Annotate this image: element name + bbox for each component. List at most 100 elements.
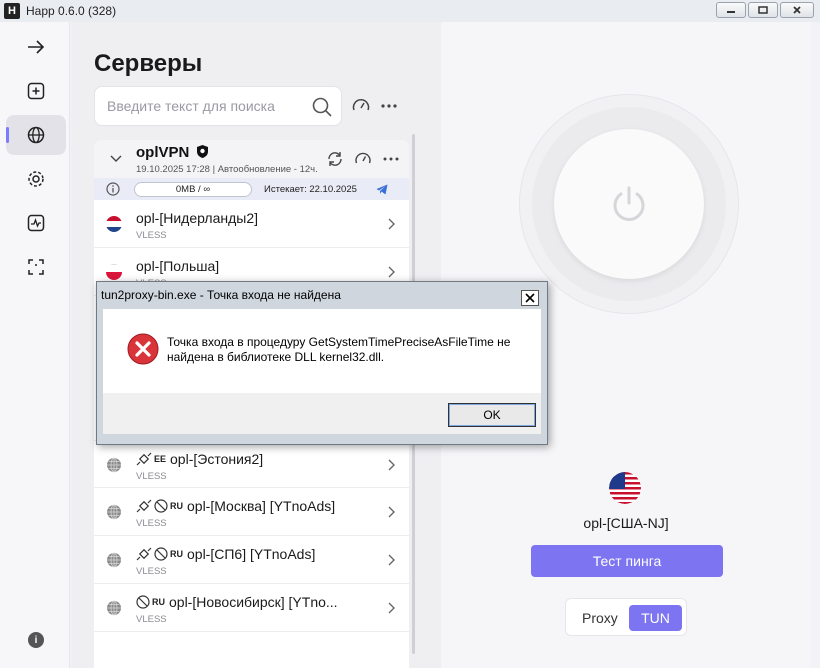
server-protocol: VLESS <box>136 566 167 577</box>
shield-icon <box>196 145 208 158</box>
page-title: Серверы <box>94 50 203 77</box>
close-icon <box>793 6 801 14</box>
server-name: RU opl-[Москва] [YTnoAds] <box>136 498 335 514</box>
globe-icon <box>107 552 121 568</box>
sidebar-item-servers[interactable] <box>6 115 66 155</box>
info-icon[interactable]: i <box>28 632 44 648</box>
globe-icon <box>27 126 45 144</box>
country-code: RU <box>170 501 183 511</box>
dialog-body: Точка входа в процедуру GetSystemTimePre… <box>103 309 541 393</box>
subscription-name-text: oplVPN <box>136 144 190 161</box>
dialog-close-button[interactable] <box>521 290 539 306</box>
window-controls <box>716 2 814 18</box>
server-name-text: opl-[СП6] [YTnoAds] <box>187 546 316 562</box>
chevron-down-icon[interactable] <box>110 153 122 163</box>
search-box <box>94 86 342 126</box>
sidebar: i <box>0 22 70 668</box>
country-code: EE <box>154 454 167 464</box>
speedometer-icon[interactable] <box>351 96 371 116</box>
satellite-icon <box>136 452 152 466</box>
mode-tun-option[interactable]: TUN <box>629 605 682 631</box>
power-icon <box>613 186 645 221</box>
scan-bracket-icon <box>28 259 44 275</box>
poland-flag-icon <box>106 264 122 280</box>
server-row[interactable]: RU opl-[Новосибирск] [YTno... VLESS <box>94 584 409 632</box>
server-protocol: VLESS <box>136 230 167 241</box>
chevron-right-icon[interactable] <box>387 554 395 566</box>
plus-square-icon <box>27 82 45 100</box>
subscription-info-bar: 0MB / ∞ Истекает: 22.10.2025 <box>94 178 409 200</box>
activity-chart-icon <box>27 214 45 232</box>
ok-button[interactable]: OK <box>448 403 536 427</box>
power-ring <box>519 94 739 314</box>
globe-icon <box>107 600 121 616</box>
window-titlebar: H Happ 0.6.0 (328) <box>0 0 820 22</box>
window-title: Happ 0.6.0 (328) <box>26 4 117 18</box>
sidebar-item-stats[interactable] <box>6 203 66 243</box>
server-name-text: opl-[Новосибирск] [YTno... <box>169 594 338 610</box>
no-ads-icon <box>154 499 168 513</box>
more-menu-icon[interactable] <box>379 96 399 116</box>
chevron-right-icon[interactable] <box>387 459 395 471</box>
sidebar-item-connect[interactable] <box>6 27 66 67</box>
country-code: RU <box>170 549 183 559</box>
speedometer-icon[interactable] <box>354 150 372 168</box>
close-icon <box>525 293 535 303</box>
no-ads-icon <box>154 547 168 561</box>
server-row[interactable]: opl-[Нидерланды2] VLESS <box>94 200 409 248</box>
globe-icon <box>107 457 121 473</box>
sidebar-item-settings[interactable] <box>6 159 66 199</box>
server-row[interactable]: RU opl-[Москва] [YTnoAds] VLESS <box>94 488 409 536</box>
power-ring-inner <box>532 107 726 301</box>
mode-toggle: Proxy TUN <box>565 598 687 636</box>
error-icon <box>127 333 159 365</box>
telegram-icon[interactable] <box>376 184 388 195</box>
country-code: RU <box>152 597 165 607</box>
traffic-usage: 0MB / ∞ <box>134 182 252 197</box>
chevron-right-icon[interactable] <box>387 266 395 278</box>
chevron-right-icon[interactable] <box>387 218 395 230</box>
close-window-button[interactable] <box>780 2 814 18</box>
server-protocol: VLESS <box>136 471 167 482</box>
server-protocol: VLESS <box>136 614 167 625</box>
error-dialog: tun2proxy-bin.exe - Точка входа не найде… <box>96 281 548 445</box>
server-row[interactable]: EE opl-[Эстония2] VLESS <box>94 440 409 488</box>
minimize-button[interactable] <box>716 2 746 18</box>
power-button[interactable] <box>554 129 704 279</box>
satellite-icon <box>136 547 152 561</box>
server-name: opl-[Нидерланды2] <box>136 210 259 226</box>
globe-icon <box>107 504 121 520</box>
minimize-icon <box>727 11 735 13</box>
maximize-button[interactable] <box>748 2 778 18</box>
chevron-right-icon[interactable] <box>387 506 395 518</box>
chevron-right-icon[interactable] <box>387 602 395 614</box>
more-menu-icon[interactable] <box>382 150 400 168</box>
search-input[interactable] <box>107 98 307 114</box>
maximize-icon <box>758 6 768 14</box>
refresh-icon[interactable] <box>326 150 344 168</box>
usa-flag-icon <box>609 472 641 504</box>
satellite-icon <box>136 499 152 513</box>
current-server-name: opl-[США-NJ] <box>583 515 669 531</box>
netherlands-flag-icon <box>106 216 122 232</box>
mode-proxy-option[interactable]: Proxy <box>582 610 618 626</box>
subscription-name: oplVPN <box>136 144 209 161</box>
sidebar-item-add[interactable] <box>6 71 66 111</box>
server-name: RU opl-[Новосибирск] [YTno... <box>136 594 338 610</box>
app-logo: H <box>4 3 20 19</box>
server-row[interactable]: RU opl-[СП6] [YTnoAds] VLESS <box>94 536 409 584</box>
server-name-text: opl-[Эстония2] <box>170 451 264 467</box>
ping-test-button[interactable]: Тест пинга <box>531 545 723 577</box>
server-name: EE opl-[Эстония2] <box>136 451 263 467</box>
dialog-message: Точка входа в процедуру GetSystemTimePre… <box>167 335 511 364</box>
sidebar-item-scan[interactable] <box>6 247 66 287</box>
search-icon[interactable] <box>311 96 333 118</box>
subscription-updated: 19.10.2025 17:28 | Автообновление - 12ч. <box>136 164 318 175</box>
gear-icon <box>28 171 44 187</box>
info-circle-icon[interactable] <box>106 182 120 196</box>
server-protocol: VLESS <box>136 518 167 529</box>
arrow-right-icon <box>28 40 45 54</box>
no-ads-icon <box>136 595 150 609</box>
server-name: RU opl-[СП6] [YTnoAds] <box>136 546 315 562</box>
subscription-group-header[interactable]: oplVPN 19.10.2025 17:28 | Автообновление… <box>94 140 409 178</box>
